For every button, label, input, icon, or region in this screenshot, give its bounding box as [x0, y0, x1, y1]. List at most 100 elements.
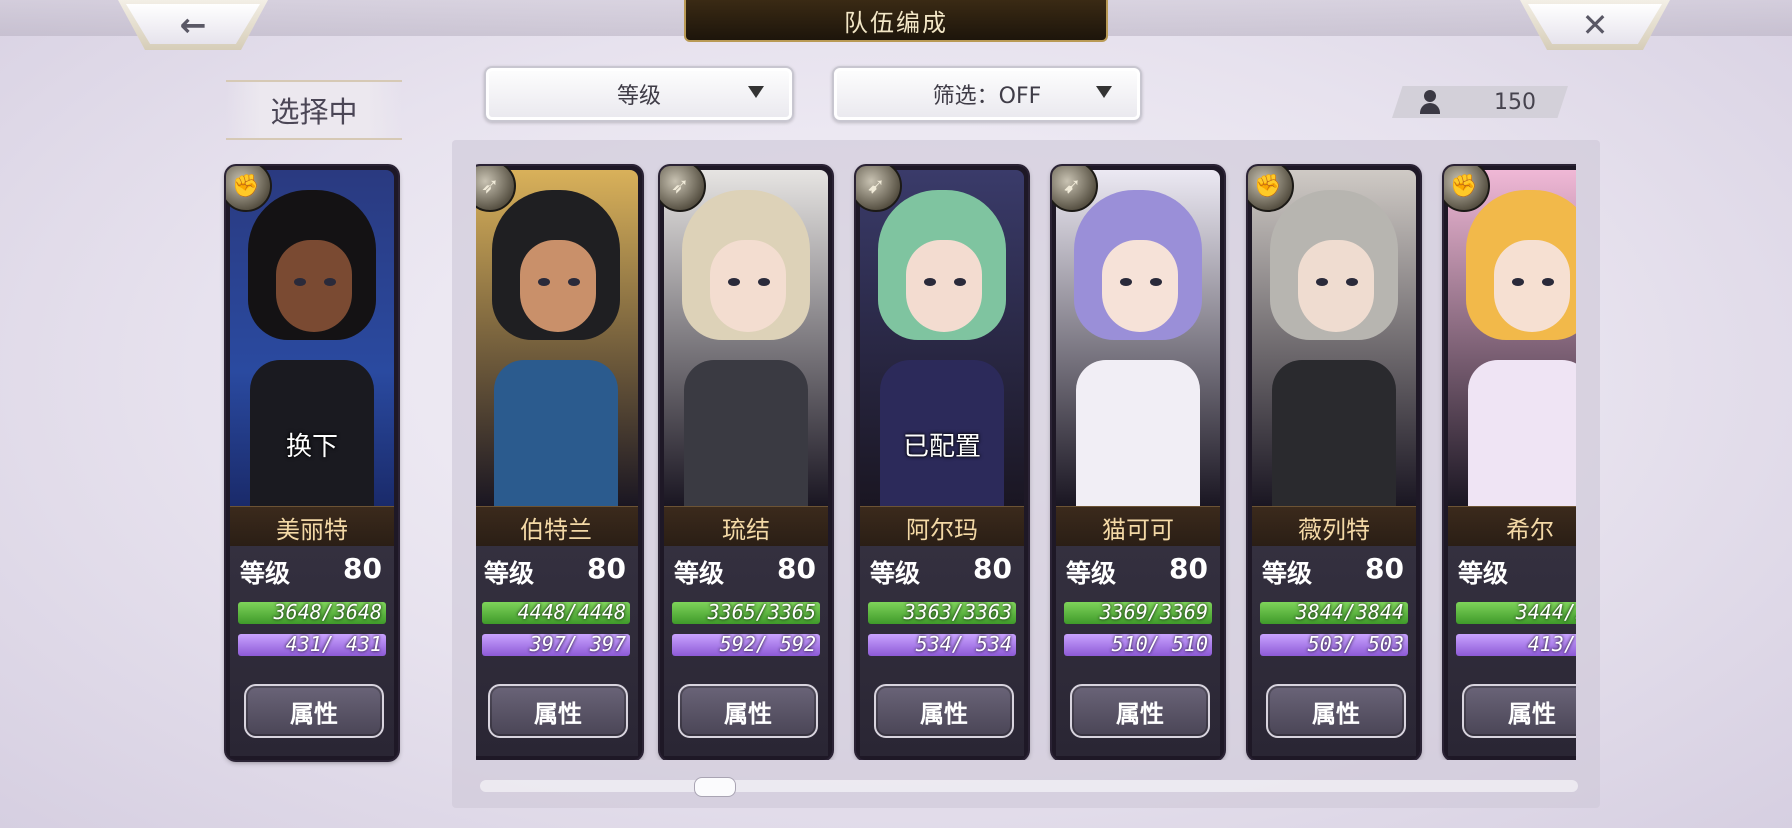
level-value: 80 — [343, 552, 382, 585]
hp-bar: 3369/3369 — [1064, 600, 1212, 624]
portrait-eye — [294, 278, 306, 286]
portrait-body — [1468, 360, 1576, 506]
character-stats: 等级 80 3844/3844 503/ 503 属性 — [1252, 546, 1416, 756]
unit-count: 150 — [1494, 89, 1536, 115]
filter-dropdown[interactable]: 筛选：OFF — [832, 66, 1142, 122]
attributes-button[interactable]: 属性 — [1070, 684, 1210, 738]
sort-dropdown[interactable]: 等级 — [484, 66, 794, 122]
screen-title: 队伍编成 — [684, 0, 1108, 42]
portrait-face — [1298, 240, 1374, 332]
character-name: 阿尔玛 — [860, 506, 1024, 548]
character-portrait — [664, 170, 828, 506]
selected-character-card[interactable]: 换下 ✊ 美丽特 等级 80 3648/3648 431/ 431 属性 — [226, 166, 398, 760]
level-label: 等级 — [870, 559, 921, 588]
portrait-face — [1102, 240, 1178, 332]
status-overlay-label: 已配置 — [902, 432, 981, 462]
hp-value: 3648/3648 — [273, 600, 382, 624]
portrait-eye — [1542, 278, 1554, 286]
portrait-face — [906, 240, 982, 332]
character-name: 伯特兰 — [476, 506, 638, 548]
level-label: 等级 — [1458, 559, 1509, 588]
portrait-eye — [1316, 278, 1328, 286]
attributes-button[interactable]: 属性 — [1462, 684, 1576, 738]
character-stats: 等级 80 3363/3363 534/ 534 属性 — [860, 546, 1024, 756]
dropdown-arrow-icon — [1096, 86, 1112, 98]
portrait-face — [520, 240, 596, 332]
scrollbar-track[interactable] — [480, 780, 1578, 792]
portrait-eye — [1346, 278, 1358, 286]
level-value: 80 — [777, 552, 816, 585]
hp-value: 3444/34 — [1515, 600, 1576, 624]
character-portrait — [1252, 170, 1416, 506]
portrait-eye — [1512, 278, 1524, 286]
character-card[interactable]: ✊ 希尔 等级 8 3444/34 413/ 4 属性 — [1444, 166, 1576, 760]
character-portrait — [476, 170, 638, 506]
character-card[interactable]: ✊ 薇列特 等级 80 3844/3844 503/ 503 属性 — [1248, 166, 1420, 760]
mp-value: 534/ 534 — [915, 632, 1012, 656]
hp-bar: 3365/3365 — [672, 600, 820, 624]
level-value: 80 — [973, 552, 1012, 585]
level-label: 等级 — [240, 559, 291, 588]
attributes-button[interactable]: 属性 — [678, 684, 818, 738]
level-value: 80 — [587, 552, 626, 585]
portrait-body — [684, 360, 808, 506]
character-list[interactable]: ➶ 伯特兰 等级 80 4448/4448 397/ 397 属性 ➶ 琉结 等… — [476, 160, 1576, 760]
character-portrait: 已配置 — [860, 170, 1024, 506]
portrait-eye — [758, 278, 770, 286]
character-name: 美丽特 — [230, 506, 394, 548]
mp-value: 397/ 397 — [529, 632, 626, 656]
hp-bar: 3363/3363 — [868, 600, 1016, 624]
character-name: 希尔 — [1448, 506, 1576, 548]
hp-value: 3363/3363 — [903, 600, 1012, 624]
portrait-eye — [324, 278, 336, 286]
portrait-face — [710, 240, 786, 332]
character-card[interactable]: 已配置 ➹ 阿尔玛 等级 80 3363/3363 534/ 534 属性 — [856, 166, 1028, 760]
mp-value: 503/ 503 — [1307, 632, 1404, 656]
attributes-button[interactable]: 属性 — [244, 684, 384, 738]
hp-value: 4448/4448 — [517, 600, 626, 624]
portrait-eye — [538, 278, 550, 286]
back-arrow-icon: ← — [179, 6, 207, 44]
dropdown-arrow-icon — [748, 86, 764, 98]
back-button[interactable]: ← — [118, 0, 268, 50]
person-icon — [1418, 90, 1442, 114]
character-card[interactable]: ➶ 琉结 等级 80 3365/3365 592/ 592 属性 — [660, 166, 832, 760]
mp-bar: 431/ 431 — [238, 632, 386, 656]
hp-bar: 3648/3648 — [238, 600, 386, 624]
character-name: 猫可可 — [1056, 506, 1220, 548]
character-card[interactable]: ➹ 猫可可 等级 80 3369/3369 510/ 510 属性 — [1052, 166, 1224, 760]
portrait-eye — [568, 278, 580, 286]
mp-bar: 534/ 534 — [868, 632, 1016, 656]
mp-bar: 413/ 4 — [1456, 632, 1576, 656]
mp-bar: 592/ 592 — [672, 632, 820, 656]
attributes-button[interactable]: 属性 — [874, 684, 1014, 738]
attributes-button[interactable]: 属性 — [1266, 684, 1406, 738]
mp-bar: 510/ 510 — [1064, 632, 1212, 656]
mp-value: 431/ 431 — [285, 632, 382, 656]
character-card[interactable]: ➶ 伯特兰 等级 80 4448/4448 397/ 397 属性 — [476, 166, 642, 760]
close-button[interactable]: ✕ — [1520, 0, 1670, 50]
portrait-body — [1076, 360, 1200, 506]
character-name: 薇列特 — [1252, 506, 1416, 548]
portrait-eye — [1150, 278, 1162, 286]
mp-value: 510/ 510 — [1111, 632, 1208, 656]
character-stats: 等级 8 3444/34 413/ 4 属性 — [1448, 546, 1576, 756]
hp-bar: 3844/3844 — [1260, 600, 1408, 624]
character-portrait — [1448, 170, 1576, 506]
character-portrait — [1056, 170, 1220, 506]
portrait-face — [276, 240, 352, 332]
character-portrait: 换下 — [230, 170, 394, 506]
hp-value: 3369/3369 — [1099, 600, 1208, 624]
mp-bar: 397/ 397 — [482, 632, 630, 656]
hp-bar: 3444/34 — [1456, 600, 1576, 624]
level-label: 等级 — [1262, 559, 1313, 588]
portrait-body — [1272, 360, 1396, 506]
character-name: 琉结 — [664, 506, 828, 548]
attributes-button[interactable]: 属性 — [488, 684, 628, 738]
portrait-eye — [924, 278, 936, 286]
portrait-eye — [728, 278, 740, 286]
portrait-body — [494, 360, 618, 506]
scrollbar-thumb[interactable] — [694, 777, 736, 797]
hp-value: 3365/3365 — [707, 600, 816, 624]
portrait-eye — [1120, 278, 1132, 286]
